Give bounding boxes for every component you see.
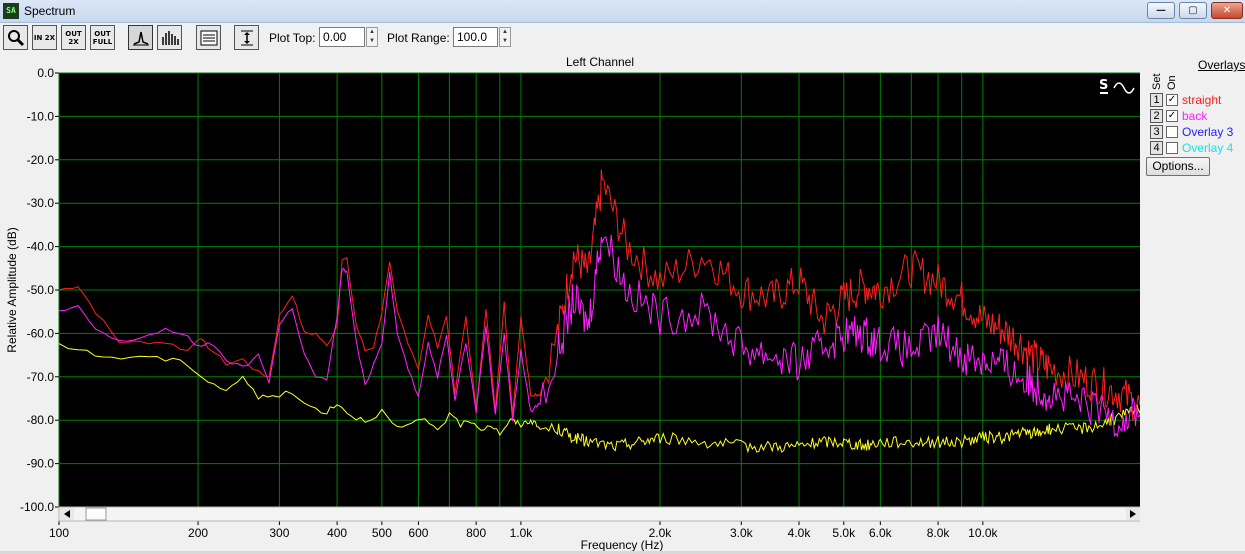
y-tick-label: -70.0	[27, 370, 55, 384]
overlay-on-checkbox[interactable]	[1166, 126, 1178, 138]
x-tick-label: 3.0k	[730, 526, 754, 540]
overlay-name: Overlay 3	[1182, 125, 1234, 139]
toolbar: IN 2X OUT 2X OUT FULL Plot Top: ▲▼ Plot …	[0, 23, 1245, 53]
overlay-on-checkbox[interactable]: ✓	[1166, 110, 1178, 122]
title-bar: SA Spectrum — ▢ ✕	[0, 0, 1245, 23]
y-tick-label: -90.0	[27, 457, 55, 471]
maximize-button[interactable]: ▢	[1179, 2, 1207, 19]
x-tick-label: 800	[466, 526, 486, 540]
settings-panel-icon	[200, 30, 217, 45]
x-tick-label: 300	[269, 526, 289, 540]
y-tick-label: -100.0	[20, 500, 54, 514]
x-tick-label: 8.0k	[927, 526, 951, 540]
y-tick-label: -60.0	[27, 326, 55, 340]
x-tick-label: 600	[408, 526, 428, 540]
close-button[interactable]: ✕	[1211, 2, 1243, 19]
overlay-name: straight	[1182, 93, 1222, 107]
x-tick-label: 100	[49, 526, 69, 540]
plot-top-label: Plot Top:	[269, 31, 316, 45]
y-tick-label: -20.0	[27, 153, 55, 167]
magnifier-icon	[7, 29, 24, 46]
zoom-out-full-button[interactable]: OUT FULL	[90, 25, 115, 50]
y-axis-label: Relative Amplitude (dB)	[5, 227, 19, 352]
scroll-thumb[interactable]	[85, 507, 107, 521]
svg-text:S: S	[1099, 78, 1108, 93]
zoom-out-2x-button[interactable]: OUT 2X	[61, 25, 86, 50]
zoom-full-icon: OUT FULL	[92, 29, 113, 46]
overlay-set-button[interactable]: 1	[1150, 93, 1163, 107]
plot-range-field[interactable]	[453, 27, 498, 47]
x-tick-label: 5.0k	[832, 526, 856, 540]
x-tick-label: 1.0k	[510, 526, 534, 540]
overlay-row-3: 3 Overlay 3	[1150, 125, 1245, 139]
overlays-title: Overlays	[1198, 58, 1245, 72]
y-tick-label: -80.0	[27, 413, 55, 427]
set-column-header: Set	[1151, 73, 1163, 90]
plot-range-input[interactable]	[454, 28, 497, 46]
overlay-name: Overlay 4	[1182, 141, 1234, 155]
plot-range-label: Plot Range:	[387, 31, 450, 45]
horizontal-scrollbar[interactable]	[58, 506, 1140, 522]
autoscale-button[interactable]	[234, 25, 259, 50]
bar-plot-icon	[161, 30, 179, 45]
y-tick-label: -50.0	[27, 283, 55, 297]
bar-mode-button[interactable]	[157, 25, 182, 50]
zoom-in-2x-button[interactable]: IN 2X	[32, 25, 57, 50]
overlay-row-4: 4 Overlay 4	[1150, 141, 1245, 155]
plot-top-field[interactable]	[319, 27, 365, 47]
plot-top-spinner[interactable]: ▲ ▼	[366, 27, 378, 47]
window-title: Spectrum	[24, 4, 76, 18]
y-tick-labels: 0.0 -10.0 -20.0 -30.0 -40.0 -50.0 -60.0 -70.0 -8…	[20, 66, 59, 514]
x-tick-label: 6.0k	[869, 526, 893, 540]
overlay-set-button[interactable]: 3	[1150, 125, 1163, 139]
zoom-button[interactable]	[3, 25, 28, 50]
app-icon: SA	[3, 3, 19, 19]
minimize-button[interactable]: —	[1147, 2, 1175, 19]
overlay-row-2: 2 ✓ back	[1150, 109, 1245, 123]
chart-title: Left Channel	[566, 55, 634, 69]
on-column-header: On	[1166, 75, 1178, 90]
x-tick-label: 500	[372, 526, 392, 540]
vertical-scale-icon	[240, 30, 253, 45]
y-tick-label: -30.0	[27, 196, 55, 210]
zoom-out-icon: OUT 2X	[65, 29, 82, 46]
spectrum-chart: Left Channel 0.0 -10.0 -20.0 -30.0 -40.0 -50.…	[5, 55, 1140, 551]
line-plot-icon	[132, 31, 149, 45]
zoom-in-icon: IN 2X	[33, 33, 56, 42]
plot-range-spinner[interactable]: ▲ ▼	[499, 27, 511, 47]
x-tick-label: 4.0k	[788, 526, 812, 540]
settings-button[interactable]	[196, 25, 221, 50]
overlay-set-button[interactable]: 2	[1150, 109, 1163, 123]
line-mode-button[interactable]	[128, 25, 153, 50]
x-tick-label: 200	[188, 526, 208, 540]
overlay-set-button[interactable]: 4	[1150, 141, 1163, 155]
overlay-row-1: 1 ✓ straight	[1150, 93, 1245, 107]
overlay-name: back	[1182, 109, 1208, 123]
y-tick-label: 0.0	[37, 66, 54, 80]
overlay-on-checkbox[interactable]	[1166, 142, 1178, 154]
x-tick-label: 10.0k	[968, 526, 998, 540]
options-button[interactable]: Options...	[1146, 157, 1210, 176]
y-tick-label: -40.0	[27, 240, 55, 254]
overlay-on-checkbox[interactable]: ✓	[1166, 94, 1178, 106]
plot-top-input[interactable]	[320, 28, 364, 46]
x-tick-labels: 100 200 300 400 500 600 800 1.0k 2.0k 3.0k 4.0k 5.0…	[49, 521, 999, 540]
y-tick-label: -10.0	[27, 109, 55, 123]
x-tick-label: 400	[327, 526, 347, 540]
x-axis-label: Frequency (Hz)	[581, 538, 664, 551]
